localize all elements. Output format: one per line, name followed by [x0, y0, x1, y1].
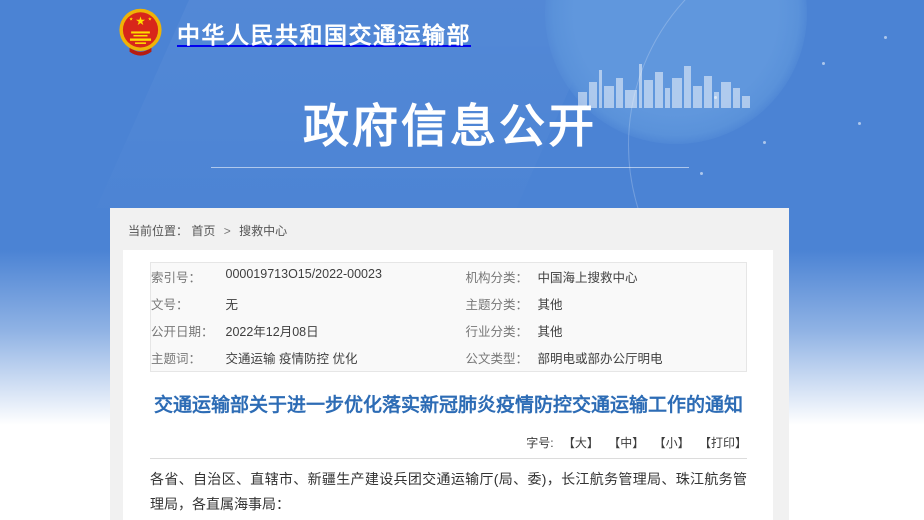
- page-title: 政府信息公开: [110, 90, 790, 156]
- site-brand-link[interactable]: ★ ★ ★ 中华人民共和国交通运输部: [117, 8, 471, 58]
- title-body-divider: [150, 458, 747, 459]
- table-row: 公开日期： 2022年12月08日 行业分类： 其他: [151, 317, 747, 344]
- meta-label-doc-no: 文号：: [151, 290, 226, 317]
- article-paragraph: 各省、自治区、直辖市、新疆生产建设兵团交通运输厅(局、委)，长江航务管理局、珠江…: [150, 467, 747, 517]
- font-size-medium-button[interactable]: 【中】: [608, 436, 644, 450]
- breadcrumb-label: 当前位置：: [128, 224, 188, 238]
- table-row: 索引号： 000019713O15/2022-00023 机构分类： 中国海上搜…: [151, 263, 747, 291]
- print-button[interactable]: 【打印】: [699, 436, 747, 450]
- meta-value-publish-date: 2022年12月08日: [226, 317, 466, 344]
- decor-dot: [822, 62, 825, 65]
- meta-value-keywords: 交通运输 疫情防控 优化: [226, 344, 466, 372]
- meta-value-industry-category: 其他: [538, 317, 747, 344]
- meta-label-org-category: 机构分类：: [466, 263, 538, 291]
- site-title: 中华人民共和国交通运输部: [177, 16, 471, 50]
- svg-text:★: ★: [135, 15, 146, 28]
- document-title: 交通运输部关于进一步优化落实新冠肺炎疫情防控交通运输工作的通知: [150, 393, 747, 419]
- breadcrumb-current-link[interactable]: 搜救中心: [239, 224, 287, 238]
- meta-label-topic-category: 主题分类：: [466, 290, 538, 317]
- meta-value-doc-no: 无: [226, 290, 466, 317]
- meta-label-doc-type: 公文类型：: [466, 344, 538, 372]
- table-row: 主题词： 交通运输 疫情防控 优化 公文类型： 部明电或部办公厅明电: [151, 344, 747, 372]
- meta-label-industry-category: 行业分类：: [466, 317, 538, 344]
- meta-label-keywords: 主题词：: [151, 344, 226, 372]
- svg-text:★: ★: [148, 17, 152, 22]
- article-body: 各省、自治区、直辖市、新疆生产建设兵团交通运输厅(局、委)，长江航务管理局、珠江…: [150, 467, 747, 520]
- article-container: 索引号： 000019713O15/2022-00023 机构分类： 中国海上搜…: [123, 250, 773, 520]
- meta-value-index-no: 000019713O15/2022-00023: [226, 263, 466, 291]
- banner: ★ ★ ★ 中华人民共和国交通运输部 政府信息公开: [0, 0, 924, 208]
- meta-value-doc-type: 部明电或部办公厅明电: [538, 344, 747, 372]
- font-size-label: 字号:: [526, 436, 553, 450]
- svg-text:★: ★: [129, 17, 133, 22]
- content-panel: 当前位置： 首页 > 搜救中心 索引号： 000019713O15/2022-0…: [110, 208, 789, 520]
- font-size-small-button[interactable]: 【小】: [654, 436, 690, 450]
- breadcrumb-separator: >: [224, 224, 231, 238]
- font-size-controls: 字号: 【大】 【中】 【小】 【打印】: [150, 434, 747, 451]
- font-size-large-button[interactable]: 【大】: [563, 436, 599, 450]
- metadata-table: 索引号： 000019713O15/2022-00023 机构分类： 中国海上搜…: [150, 262, 747, 372]
- decor-dot: [858, 122, 861, 125]
- decor-dot: [700, 172, 703, 175]
- meta-label-publish-date: 公开日期：: [151, 317, 226, 344]
- meta-value-topic-category: 其他: [538, 290, 747, 317]
- meta-label-index-no: 索引号：: [151, 263, 226, 291]
- breadcrumb-home-link[interactable]: 首页: [191, 224, 215, 238]
- decor-dot: [884, 36, 887, 39]
- national-emblem-icon: ★ ★ ★: [117, 8, 164, 58]
- banner-heading: 政府信息公开: [110, 90, 790, 168]
- meta-value-org-category: 中国海上搜救中心: [538, 263, 747, 291]
- title-underline: [211, 167, 689, 168]
- table-row: 文号： 无 主题分类： 其他: [151, 290, 747, 317]
- breadcrumb: 当前位置： 首页 > 搜救中心: [110, 208, 789, 250]
